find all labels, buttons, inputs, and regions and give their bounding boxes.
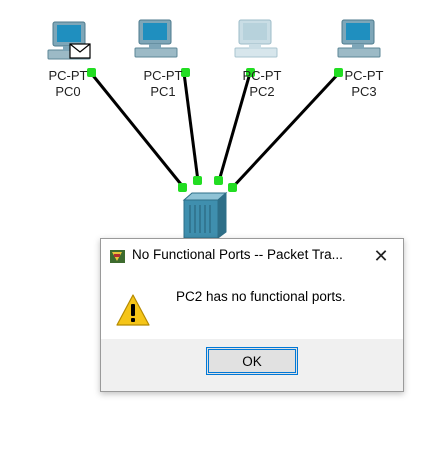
dialog-titlebar[interactable]: No Functional Ports -- Packet Tra... ✕ [101, 239, 403, 273]
pc2-device[interactable] [234, 19, 278, 58]
link-light-sw-pc3 [228, 183, 237, 192]
link-light-sw-pc1 [193, 176, 202, 185]
pc3-type-label: PC-PT [344, 68, 384, 83]
warning-icon [116, 294, 150, 326]
pc2-label: PC-PT PC2 [232, 68, 292, 100]
pc1-type-label: PC-PT [143, 68, 183, 83]
pc3-label: PC-PT PC3 [334, 68, 394, 100]
dialog-body: PC2 has no functional ports. [101, 273, 403, 339]
pc0-device[interactable] [47, 21, 91, 60]
pc3-device[interactable] [337, 19, 381, 58]
pc2-type-label: PC-PT [242, 68, 282, 83]
pc0-name-label: PC0 [55, 84, 81, 99]
pc0-label: PC-PT PC0 [38, 68, 98, 100]
ok-button[interactable]: OK [206, 347, 298, 375]
pc1-label: PC-PT PC1 [133, 68, 193, 100]
pc1-name-label: PC1 [150, 84, 176, 99]
pc3-name-label: PC3 [351, 84, 377, 99]
switch-device[interactable] [182, 191, 228, 239]
dialog-footer: OK [101, 339, 403, 391]
envelope-icon [69, 43, 91, 59]
link-light-sw-pc2 [214, 176, 223, 185]
dialog-title: No Functional Ports -- Packet Tra... [132, 247, 343, 262]
no-functional-ports-dialog: No Functional Ports -- Packet Tra... ✕ P… [100, 238, 404, 392]
pc1-device[interactable] [134, 19, 178, 58]
link-light-sw-pc0 [178, 183, 187, 192]
pc0-type-label: PC-PT [48, 68, 88, 83]
packet-tracer-app-icon [110, 250, 125, 263]
pc2-name-label: PC2 [249, 84, 275, 99]
dialog-message: PC2 has no functional ports. [176, 289, 346, 304]
link-status-lights [87, 68, 343, 192]
close-icon[interactable]: ✕ [359, 239, 403, 273]
network-links [89, 71, 341, 190]
